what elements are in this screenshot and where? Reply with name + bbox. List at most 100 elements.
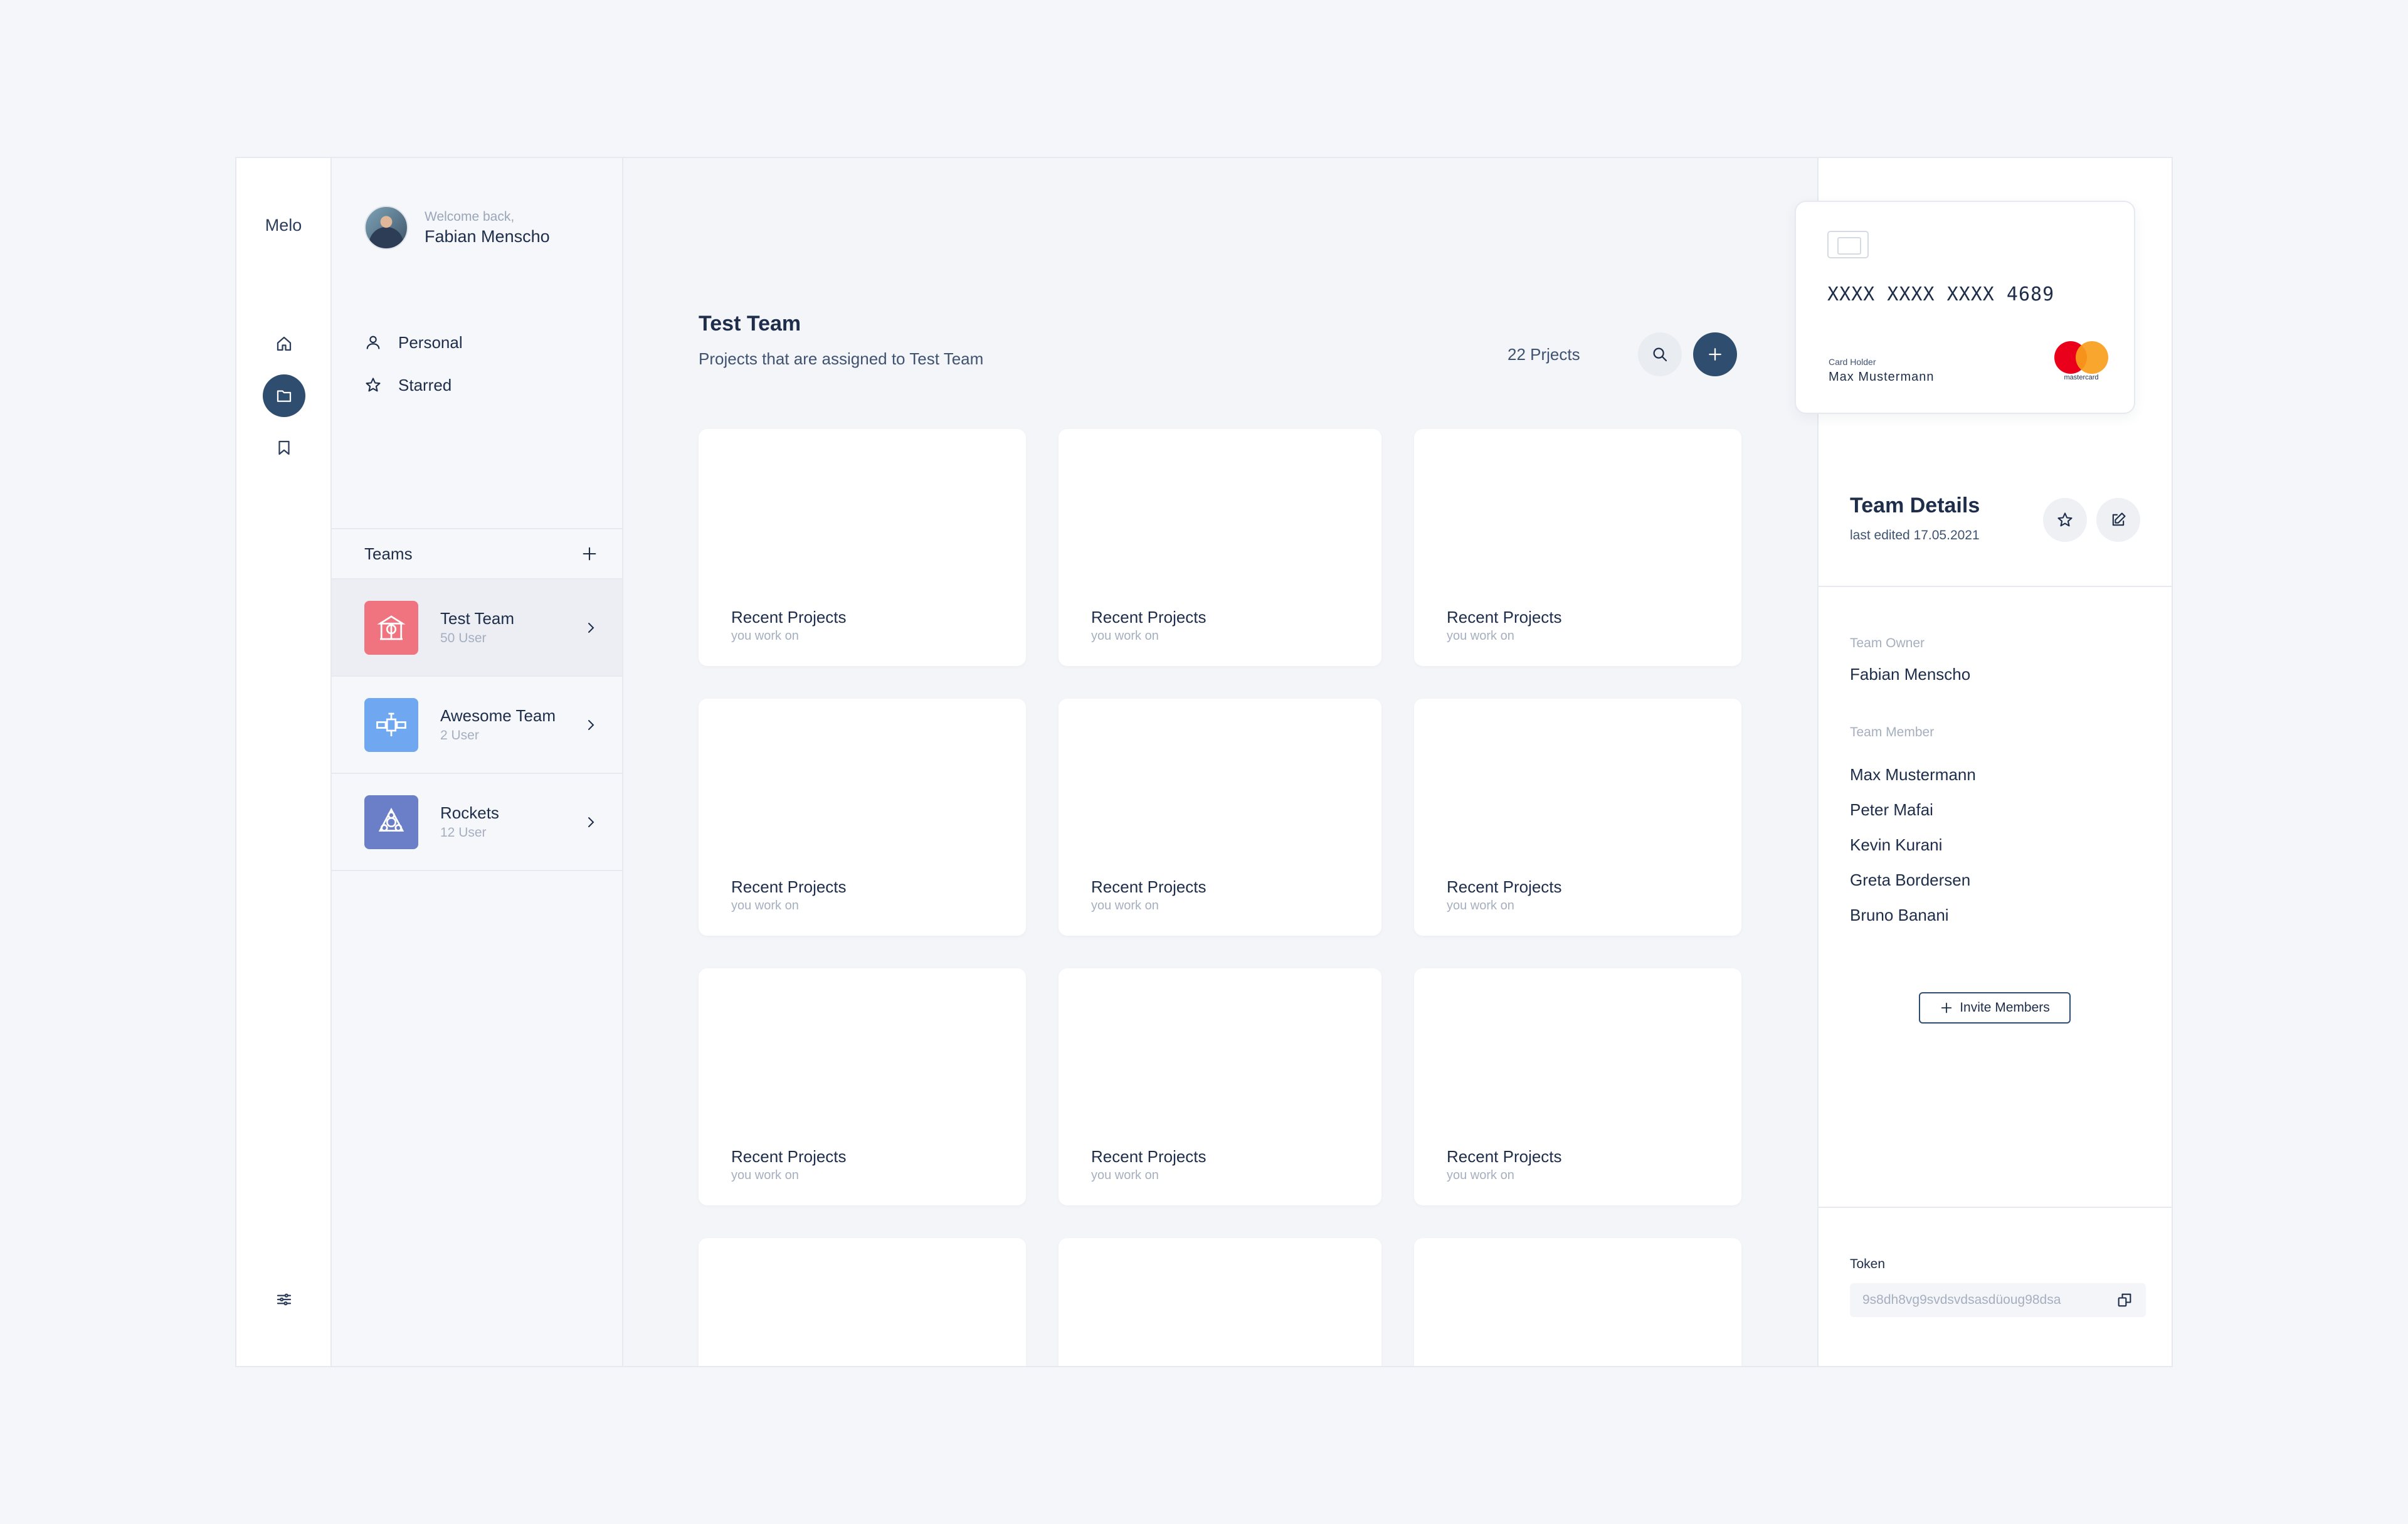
menu-item-label: Personal: [398, 332, 463, 352]
team-owner-label: Team Owner: [1850, 636, 1925, 650]
menu-item-personal[interactable]: Personal: [364, 321, 463, 364]
add-project-button[interactable]: [1693, 332, 1737, 376]
team-name: Awesome Team: [440, 706, 556, 725]
project-count: 22 Prjects: [1508, 345, 1580, 364]
team-item-rockets[interactable]: Rockets 12 User: [332, 774, 622, 871]
project-card[interactable]: [1059, 1238, 1381, 1366]
plus-icon: [1941, 1002, 1952, 1013]
token-field[interactable]: 9s8dh8vg9svdsvdsasdüoug98dsa: [1850, 1283, 2146, 1317]
brand-logo: Melo: [265, 216, 302, 235]
star-button[interactable]: [2043, 498, 2087, 542]
panel-menu: Personal Starred: [364, 321, 463, 406]
card-title: Recent Projects: [731, 877, 847, 896]
menu-item-label: Starred: [398, 375, 452, 394]
team-owner: Fabian Menscho: [1850, 665, 1971, 684]
star-icon: [2057, 512, 2073, 527]
search-button[interactable]: [1638, 332, 1682, 376]
token-value: 9s8dh8vg9svdsvdsasdüoug98dsa: [1862, 1293, 2061, 1307]
project-card[interactable]: Recent Projects you work on: [1059, 429, 1381, 666]
team-name: Rockets: [440, 803, 499, 822]
teams-panel: Welcome back, Fabian Menscho Personal St…: [332, 158, 623, 1366]
list-item: Greta Bordersen: [1850, 870, 1971, 889]
user-name: Fabian Menscho: [425, 226, 550, 246]
card-subtitle: you work on: [1091, 629, 1159, 643]
plus-icon[interactable]: [581, 545, 598, 563]
project-card[interactable]: Recent Projects you work on: [1414, 968, 1741, 1205]
nav-settings-button[interactable]: [263, 1278, 305, 1321]
list-item: Peter Mafai: [1850, 800, 1933, 819]
card-holder-label: Card Holder: [1829, 357, 1876, 367]
card-subtitle: you work on: [1091, 899, 1159, 913]
main-content: Test Team Projects that are assigned to …: [623, 158, 1817, 1366]
welcome-text: Welcome back,: [425, 209, 515, 224]
project-card[interactable]: Recent Projects you work on: [699, 429, 1026, 666]
project-grid: Recent Projects you work on Recent Projec…: [699, 429, 1741, 1366]
team-user-count: 2 User: [440, 728, 479, 743]
search-icon: [1653, 347, 1667, 362]
satellite-icon: [376, 712, 406, 736]
star-icon: [366, 378, 381, 392]
card-subtitle: you work on: [731, 629, 799, 643]
card-subtitle: you work on: [1447, 1168, 1514, 1182]
card-title: Recent Projects: [1091, 877, 1207, 896]
team-logo: [364, 697, 418, 752]
team-item-awesome-team[interactable]: Awesome Team 2 User: [332, 677, 622, 774]
team-member-label: Team Member: [1850, 725, 1935, 739]
card-title: Recent Projects: [731, 608, 847, 627]
teams-label: Teams: [364, 544, 413, 563]
list-item: Kevin Kurani: [1850, 835, 1943, 854]
list-item: Bruno Banani: [1850, 906, 1949, 924]
team-logo: [364, 600, 418, 655]
project-card[interactable]: Recent Projects you work on: [699, 968, 1026, 1205]
nav-projects-button[interactable]: [263, 374, 305, 417]
team-logo: [364, 795, 418, 849]
team-item-test-team[interactable]: Test Team 50 User: [332, 579, 622, 677]
project-card[interactable]: Recent Projects you work on: [1059, 968, 1381, 1205]
card-subtitle: you work on: [1447, 629, 1514, 643]
card-brand: mastercard: [2064, 374, 2099, 381]
project-card[interactable]: Recent Projects you work on: [1414, 699, 1741, 936]
carousel-icon: [377, 615, 406, 640]
avatar: [364, 206, 408, 250]
nav-bookmarks-button[interactable]: [263, 426, 305, 469]
divider: [1819, 586, 2172, 587]
chevron-right-icon: [588, 719, 594, 730]
team-details-panel: XXXX XXXX XXXX 4689 Card Holder Max Must…: [1795, 158, 2172, 1366]
project-card[interactable]: Recent Projects you work on: [1059, 699, 1381, 936]
credit-card: XXXX XXXX XXXX 4689 Card Holder Max Must…: [1795, 201, 2135, 414]
card-title: Recent Projects: [1091, 608, 1207, 627]
card-subtitle: you work on: [731, 1168, 799, 1182]
card-subtitle: you work on: [1447, 899, 1514, 913]
project-card[interactable]: Recent Projects you work on: [699, 699, 1026, 936]
card-subtitle: you work on: [1091, 1168, 1159, 1182]
invite-members-button[interactable]: Invite Members: [1919, 992, 2071, 1024]
menu-item-starred[interactable]: Starred: [364, 364, 463, 406]
card-holder-name: Max Mustermann: [1829, 370, 1935, 384]
icon-rail: Melo: [236, 158, 332, 1366]
member-list: Max Mustermann Peter Mafai Kevin Kurani …: [1850, 757, 1976, 933]
page-title: Test Team: [699, 312, 801, 336]
invite-label: Invite Members: [1960, 1000, 2050, 1015]
user-icon: [366, 336, 380, 349]
edit-button[interactable]: [2096, 498, 2140, 542]
project-card[interactable]: Recent Projects you work on: [1414, 429, 1741, 666]
user-profile[interactable]: Welcome back, Fabian Menscho: [364, 206, 550, 250]
page-subtitle: Projects that are assigned to Test Team: [699, 349, 984, 368]
home-icon: [277, 336, 292, 351]
card-chip-icon: [1827, 231, 1869, 258]
project-card[interactable]: [699, 1238, 1026, 1366]
team-details-title: Team Details: [1850, 494, 1980, 517]
copy-icon[interactable]: [2116, 1291, 2133, 1309]
app-window: Melo Welcome back, Fabian Menscho Person…: [235, 157, 2173, 1367]
team-user-count: 12 User: [440, 825, 487, 840]
atom-icon: [378, 807, 404, 832]
card-title: Recent Projects: [1447, 1147, 1562, 1166]
card-title: Recent Projects: [1447, 608, 1562, 627]
nav-home-button[interactable]: [263, 322, 305, 365]
project-card[interactable]: [1414, 1238, 1741, 1366]
bookmark-icon: [278, 440, 290, 455]
token-label: Token: [1850, 1257, 1886, 1271]
team-list: Test Team 50 User Awesome Team 2 User Ro…: [332, 579, 622, 871]
divider: [1819, 1207, 2172, 1208]
team-name: Test Team: [440, 609, 515, 628]
